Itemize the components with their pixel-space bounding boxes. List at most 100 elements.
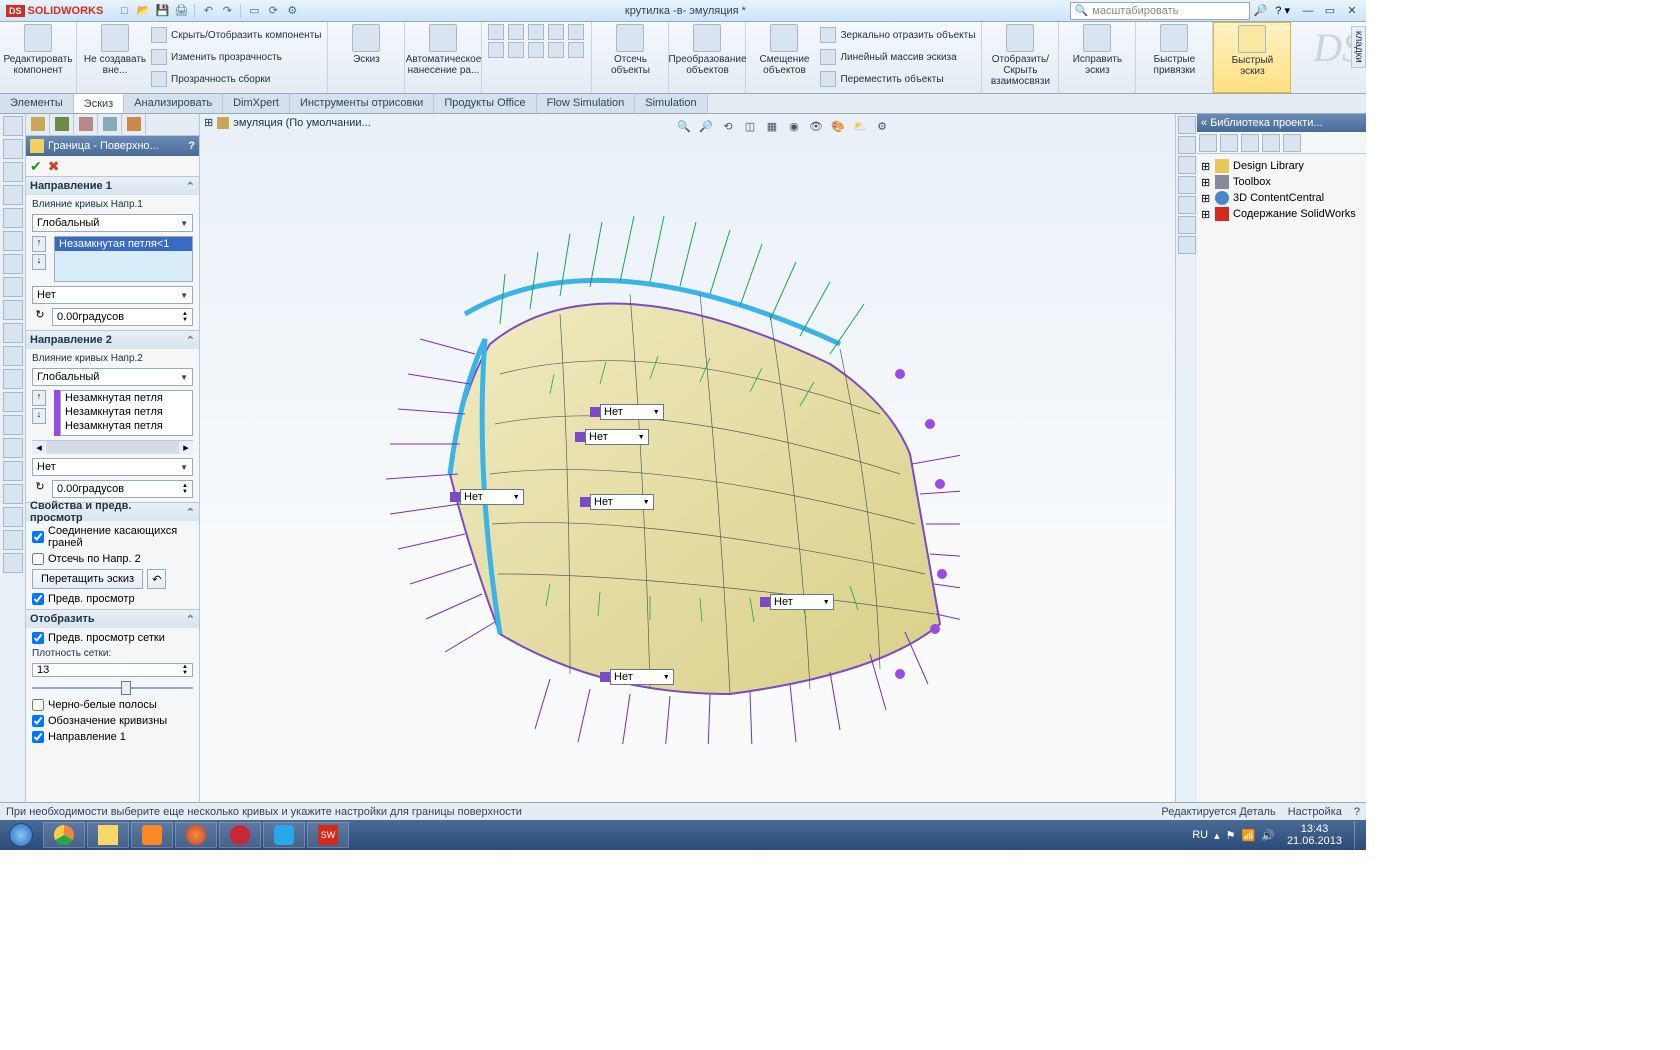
taskbar-opera-icon[interactable] bbox=[219, 822, 261, 848]
tab-evaluate[interactable]: Анализировать bbox=[124, 94, 223, 113]
lt-3-icon[interactable] bbox=[3, 162, 23, 182]
direction2-header[interactable]: Направление 2⌃ bbox=[26, 331, 199, 349]
qat-options-icon[interactable]: ⚙ bbox=[283, 2, 301, 20]
lib-tool-1-icon[interactable] bbox=[1199, 134, 1217, 152]
library-header[interactable]: «Библиотека проекти... bbox=[1197, 114, 1366, 132]
search-box[interactable]: 🔍масштабировать bbox=[1070, 2, 1250, 20]
dir1-up-button[interactable]: ↑ bbox=[32, 236, 46, 252]
trim-button[interactable]: Отсечь объекты bbox=[598, 24, 662, 76]
lt-4-icon[interactable] bbox=[3, 185, 23, 205]
pm-ok-button[interactable]: ✔ bbox=[30, 158, 42, 175]
fm-tab-5[interactable] bbox=[122, 114, 146, 134]
trim-dir2-checkbox[interactable]: Отсечь по Напр. 2 bbox=[32, 553, 193, 565]
tab-flow[interactable]: Flow Simulation bbox=[537, 94, 636, 113]
lt-12-icon[interactable] bbox=[3, 369, 23, 389]
list-item[interactable]: Незамкнутая петля bbox=[61, 391, 192, 405]
dir1-display-checkbox[interactable]: Направление 1 bbox=[32, 731, 193, 743]
circle-tool-icon[interactable] bbox=[508, 24, 524, 40]
arc-tool-icon[interactable] bbox=[528, 24, 544, 40]
taskbar-chrome-icon[interactable] bbox=[43, 822, 85, 848]
dir2-down-button[interactable]: ↓ bbox=[32, 408, 46, 424]
lt-1-icon[interactable] bbox=[3, 116, 23, 136]
lib-node-3dcc[interactable]: ⊞3D ContentCentral bbox=[1201, 190, 1362, 206]
tray-network-icon[interactable]: 📶 bbox=[1242, 829, 1256, 842]
lt-13-icon[interactable] bbox=[3, 392, 23, 412]
fillet-tool-icon[interactable] bbox=[528, 42, 544, 58]
tray-clock[interactable]: 13:4321.06.2013 bbox=[1281, 823, 1348, 847]
zoom-fit-icon[interactable]: 🔍 bbox=[674, 116, 694, 136]
rect-tool-icon[interactable] bbox=[548, 24, 564, 40]
tab-render[interactable]: Инструменты отрисовки bbox=[290, 94, 434, 113]
tray-show-hidden-icon[interactable]: ▴ bbox=[1214, 829, 1220, 842]
dir1-angle-input[interactable]: 0.00градусов▲▼ bbox=[52, 308, 193, 326]
curvature-checkbox[interactable]: Обозначение кривизны bbox=[32, 715, 193, 727]
lib-tool-5-icon[interactable] bbox=[1283, 134, 1301, 152]
mesh-preview-checkbox[interactable]: Предв. просмотр сетки bbox=[32, 632, 193, 644]
pm-help-icon[interactable]: ? bbox=[188, 140, 195, 152]
edit-component-button[interactable]: Редактировать компонент bbox=[6, 24, 70, 76]
qat-redo-icon[interactable]: ↷ bbox=[218, 2, 236, 20]
qat-save-icon[interactable]: 💾 bbox=[153, 2, 171, 20]
callout-5[interactable]: Нет▼ bbox=[760, 594, 834, 610]
fm-tab-3[interactable] bbox=[74, 114, 98, 134]
edge-tab[interactable]: кладки bbox=[1351, 26, 1366, 68]
callout-4[interactable]: Нет▼ bbox=[580, 494, 654, 510]
line-tool-icon[interactable] bbox=[488, 24, 504, 40]
list-item[interactable]: Незамкнутая петля bbox=[61, 419, 192, 433]
hide-show-icon[interactable]: 👁 bbox=[806, 116, 826, 136]
tray-flag-icon[interactable]: ⚑ bbox=[1226, 829, 1236, 842]
restore-button[interactable]: ▭ bbox=[1320, 2, 1340, 20]
lt-19-icon[interactable] bbox=[3, 530, 23, 550]
lt-8-icon[interactable] bbox=[3, 277, 23, 297]
tp-explorer-icon[interactable] bbox=[1178, 156, 1196, 174]
tab-sketch[interactable]: Эскиз bbox=[74, 94, 124, 113]
lt-2-icon[interactable] bbox=[3, 139, 23, 159]
dir2-angle-input[interactable]: 0.00градусов▲▼ bbox=[52, 480, 193, 498]
dir1-end-select[interactable]: Нет▼ bbox=[32, 286, 193, 304]
display-style-icon[interactable]: ◉ bbox=[784, 116, 804, 136]
view-orient-icon[interactable]: ▦ bbox=[762, 116, 782, 136]
scene-icon[interactable]: ⛅ bbox=[850, 116, 870, 136]
preview-header[interactable]: Свойства и предв. просмотр⌃ bbox=[26, 503, 199, 521]
lt-17-icon[interactable] bbox=[3, 484, 23, 504]
change-transparency[interactable]: Изменить прозрачность bbox=[151, 46, 321, 68]
status-customize[interactable]: Настройка bbox=[1288, 806, 1342, 818]
list-item[interactable]: Незамкнутая петля bbox=[61, 405, 192, 419]
dir1-type-select[interactable]: Глобальный▼ bbox=[32, 214, 193, 232]
fm-tab-4[interactable] bbox=[98, 114, 122, 134]
tray-lang[interactable]: RU bbox=[1192, 829, 1208, 841]
dir2-up-button[interactable]: ↑ bbox=[32, 390, 46, 406]
ellipse-tool-icon[interactable] bbox=[508, 42, 524, 58]
quick-snaps-button[interactable]: Быстрые привязки bbox=[1142, 24, 1206, 76]
display-header[interactable]: Отобразить⌃ bbox=[26, 610, 199, 628]
zebra-checkbox[interactable]: Черно-белые полосы bbox=[32, 699, 193, 711]
lt-14-icon[interactable] bbox=[3, 415, 23, 435]
callout-3[interactable]: Нет▼ bbox=[450, 489, 524, 505]
appearance-icon[interactable]: 🎨 bbox=[828, 116, 848, 136]
lib-node-toolbox[interactable]: ⊞Toolbox bbox=[1201, 174, 1362, 190]
tp-custom-icon[interactable] bbox=[1178, 216, 1196, 234]
lt-20-icon[interactable] bbox=[3, 553, 23, 573]
convert-button[interactable]: Преобразование объектов bbox=[675, 24, 739, 76]
status-help-icon[interactable]: ? bbox=[1354, 806, 1360, 818]
lt-11-icon[interactable] bbox=[3, 346, 23, 366]
minimize-button[interactable]: — bbox=[1298, 2, 1318, 20]
repair-sketch-button[interactable]: Исправить эскиз bbox=[1065, 24, 1129, 76]
fm-tab-1[interactable] bbox=[26, 114, 50, 134]
tp-view-icon[interactable] bbox=[1178, 176, 1196, 194]
taskbar-solidworks-icon[interactable]: SW bbox=[307, 822, 349, 848]
lt-7-icon[interactable] bbox=[3, 254, 23, 274]
lib-tool-3-icon[interactable] bbox=[1241, 134, 1259, 152]
zoom-area-icon[interactable]: 🔎 bbox=[696, 116, 716, 136]
offset-button[interactable]: Смещение объектов bbox=[752, 24, 816, 90]
help-icon[interactable]: ? ▾ bbox=[1275, 4, 1290, 17]
spline-tool-icon[interactable] bbox=[568, 24, 584, 40]
lib-node-design-library[interactable]: ⊞Design Library bbox=[1201, 158, 1362, 174]
qat-open-icon[interactable]: 📂 bbox=[134, 2, 152, 20]
search-go-icon[interactable]: 🔎 bbox=[1254, 4, 1268, 17]
tp-home-icon[interactable] bbox=[1178, 116, 1196, 134]
lib-node-sw-content[interactable]: ⊞Содержание SolidWorks bbox=[1201, 206, 1362, 222]
show-desktop-button[interactable] bbox=[1354, 821, 1362, 849]
callout-1[interactable]: Нет▼ bbox=[590, 404, 664, 420]
poly-tool-icon[interactable] bbox=[488, 42, 504, 58]
